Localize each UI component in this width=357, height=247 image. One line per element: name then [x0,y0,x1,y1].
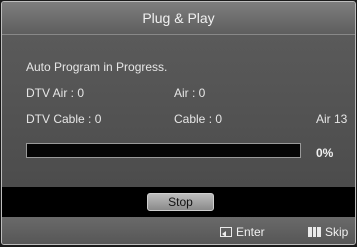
skip-label: Skip [325,225,349,239]
dtv-air-count: DTV Air : 0 [26,86,85,100]
progress-bar [26,143,301,158]
progress-percent: 0% [316,146,334,160]
cable-count: Cable : 0 [174,112,223,126]
dtv-cable-count: DTV Cable : 0 [26,112,102,126]
air-count: Air : 0 [174,86,206,100]
status-message: Auto Program in Progress. [26,60,168,74]
footer-bar: Enter Skip [2,217,355,244]
stop-button[interactable]: Stop [147,193,214,211]
skip-hint[interactable]: Skip [308,225,348,239]
dialog-title: Plug & Play [2,2,355,35]
skip-icon [308,227,322,237]
current-channel: Air 13 [316,112,348,126]
button-band: Stop [2,187,355,217]
enter-icon [220,227,232,237]
dialog-content: Auto Program in Progress. DTV Air : 0 Ai… [2,35,355,187]
enter-label: Enter [236,225,265,239]
plug-and-play-dialog: Plug & Play Auto Program in Progress. DT… [1,1,356,245]
enter-hint[interactable]: Enter [220,225,265,239]
